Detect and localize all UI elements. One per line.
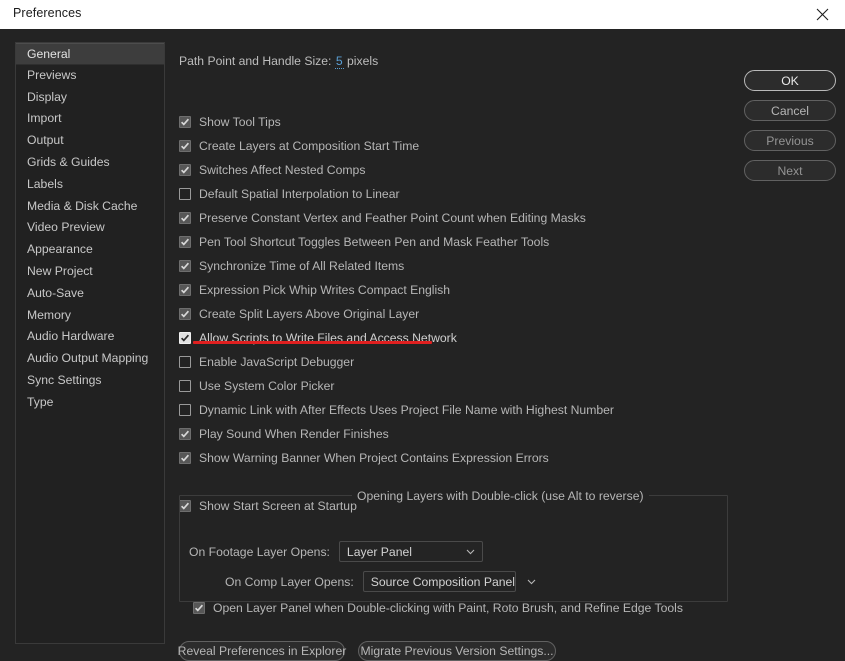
checkbox-synchronize-time-of-all-related-items[interactable]: [179, 260, 191, 272]
dialog-body: General Previews Display Import Output Grids …: [0, 29, 845, 661]
previous-button[interactable]: Previous: [744, 130, 836, 151]
checkbox-row-default-spatial-interpolation-to-linear[interactable]: Default Spatial Interpolation to Linear: [179, 186, 400, 202]
path-point-size-row: Path Point and Handle Size: 5 pixels: [179, 54, 379, 69]
checkbox-label-play-sound-when-render-finishes: Play Sound When Render Finishes: [199, 427, 389, 441]
checkbox-row-enable-javascript-debugger[interactable]: Enable JavaScript Debugger: [179, 354, 354, 370]
checkbox-play-sound-when-render-finishes[interactable]: [179, 428, 191, 440]
sidebar-item-auto-save[interactable]: Auto-Save: [16, 283, 164, 305]
red-annotation-underline: [193, 341, 432, 344]
on-comp-layer-opens-select[interactable]: Source Composition Panel: [362, 571, 536, 592]
preferences-dialog: Preferences General Previews Display Import…: [0, 0, 845, 661]
sidebar-item-import[interactable]: Import: [16, 108, 164, 130]
checkbox-expression-pick-whip-writes-compact-english[interactable]: [179, 284, 191, 296]
title-bar: Preferences: [0, 0, 845, 29]
checkbox-label-show-tool-tips: Show Tool Tips: [199, 115, 281, 129]
checkbox-label-create-split-layers-above-original-layer: Create Split Layers Above Original Layer: [199, 307, 420, 321]
sidebar-item-video-preview[interactable]: Video Preview: [16, 217, 164, 239]
category-sidebar[interactable]: General Previews Display Import Output Grids …: [15, 42, 165, 644]
general-settings-pane: Path Point and Handle Size: 5 pixels Sho…: [176, 29, 736, 661]
sidebar-item-media-disk-cache[interactable]: Media & Disk Cache: [16, 196, 164, 218]
sidebar-item-display[interactable]: Display: [16, 87, 164, 109]
next-button[interactable]: Next: [744, 160, 836, 181]
reveal-preferences-button[interactable]: Reveal Preferences in Explorer: [178, 641, 346, 661]
checkbox-row-expression-pick-whip-writes-compact-english[interactable]: Expression Pick Whip Writes Compact Engl…: [179, 282, 450, 298]
checkbox-row-use-system-color-picker[interactable]: Use System Color Picker: [179, 378, 334, 394]
path-point-size-units: pixels: [347, 54, 379, 68]
checkbox-label-create-layers-at-composition-start-time: Create Layers at Composition Start Time: [199, 139, 420, 153]
checkbox-label-default-spatial-interpolation-to-linear: Default Spatial Interpolation to Linear: [199, 187, 400, 201]
checkbox-row-show-tool-tips[interactable]: Show Tool Tips: [179, 114, 281, 130]
checkbox-create-layers-at-composition-start-time[interactable]: [179, 140, 191, 152]
on-comp-layer-opens-label: On Comp Layer Opens:: [225, 574, 354, 589]
path-point-size-input[interactable]: 5: [334, 54, 344, 69]
checkbox-use-system-color-picker[interactable]: [179, 380, 191, 392]
sidebar-item-general[interactable]: General: [16, 43, 164, 65]
open-layer-panel-checkbox[interactable]: [193, 602, 205, 614]
chevron-down-icon: [466, 549, 475, 554]
sidebar-item-memory[interactable]: Memory: [16, 305, 164, 327]
checkbox-create-split-layers-above-original-layer[interactable]: [179, 308, 191, 320]
checkbox-pen-tool-shortcut-toggles-between-pen-and-mask-f[interactable]: [179, 236, 191, 248]
checkbox-row-synchronize-time-of-all-related-items[interactable]: Synchronize Time of All Related Items: [179, 258, 404, 274]
migrate-settings-button[interactable]: Migrate Previous Version Settings...: [358, 641, 556, 661]
on-footage-layer-opens-label: On Footage Layer Opens:: [189, 544, 330, 559]
checkbox-label-show-warning-banner-when-project-contains-expres: Show Warning Banner When Project Contain…: [199, 451, 549, 465]
ok-button[interactable]: OK: [744, 70, 836, 91]
checkbox-preserve-constant-vertex-and-feather-point-count[interactable]: [179, 212, 191, 224]
sidebar-item-grids-guides[interactable]: Grids & Guides: [16, 152, 164, 174]
checkbox-show-warning-banner-when-project-contains-expres[interactable]: [179, 452, 191, 464]
checkbox-row-create-split-layers-above-original-layer[interactable]: Create Split Layers Above Original Layer: [179, 306, 419, 322]
sidebar-item-labels[interactable]: Labels: [16, 174, 164, 196]
checkbox-switches-affect-nested-comps[interactable]: [179, 164, 191, 176]
checkbox-row-create-layers-at-composition-start-time[interactable]: Create Layers at Composition Start Time: [179, 138, 419, 154]
open-layer-panel-checkbox-row[interactable]: Open Layer Panel when Double-clicking wi…: [193, 600, 683, 616]
checkbox-label-expression-pick-whip-writes-compact-english: Expression Pick Whip Writes Compact Engl…: [199, 283, 451, 297]
checkbox-label-pen-tool-shortcut-toggles-between-pen-and-mask-f: Pen Tool Shortcut Toggles Between Pen an…: [199, 235, 550, 249]
sidebar-item-sync-settings[interactable]: Sync Settings: [16, 370, 164, 392]
checkbox-row-pen-tool-shortcut-toggles-between-pen-and-mask-f[interactable]: Pen Tool Shortcut Toggles Between Pen an…: [179, 234, 549, 250]
on-footage-layer-opens-value: Layer Panel: [346, 544, 412, 559]
chevron-down-icon: [527, 579, 536, 584]
on-comp-layer-opens-row: On Comp Layer Opens: Source Composition …: [225, 571, 536, 592]
checkbox-dynamic-link-with-after-effects-uses-project-fil[interactable]: [179, 404, 191, 416]
checkbox-show-tool-tips[interactable]: [179, 116, 191, 128]
checkbox-row-switches-affect-nested-comps[interactable]: Switches Affect Nested Comps: [179, 162, 365, 178]
checkbox-label-enable-javascript-debugger: Enable JavaScript Debugger: [199, 355, 355, 369]
checkbox-label-use-system-color-picker: Use System Color Picker: [199, 379, 335, 393]
on-comp-layer-opens-value: Source Composition Panel: [370, 574, 516, 589]
checkbox-label-switches-affect-nested-comps: Switches Affect Nested Comps: [199, 163, 366, 177]
opening-layers-group-legend: Opening Layers with Double-click (use Al…: [352, 489, 649, 503]
on-footage-layer-opens-row: On Footage Layer Opens: Layer Panel: [189, 541, 483, 562]
sidebar-item-output[interactable]: Output: [16, 130, 164, 152]
close-icon[interactable]: [800, 0, 845, 29]
checkbox-label-synchronize-time-of-all-related-items: Synchronize Time of All Related Items: [199, 259, 405, 273]
checkbox-row-dynamic-link-with-after-effects-uses-project-fil[interactable]: Dynamic Link with After Effects Uses Pro…: [179, 402, 614, 418]
sidebar-item-previews[interactable]: Previews: [16, 65, 164, 87]
checkbox-enable-javascript-debugger[interactable]: [179, 356, 191, 368]
sidebar-item-new-project[interactable]: New Project: [16, 261, 164, 283]
checkbox-row-play-sound-when-render-finishes[interactable]: Play Sound When Render Finishes: [179, 426, 389, 442]
checkbox-default-spatial-interpolation-to-linear[interactable]: [179, 188, 191, 200]
window-title: Preferences: [13, 6, 82, 20]
checkbox-allow-scripts-to-write-files-and-access-network[interactable]: [179, 332, 191, 344]
open-layer-panel-label: Open Layer Panel when Double-clicking wi…: [213, 601, 683, 615]
checkbox-label-dynamic-link-with-after-effects-uses-project-fil: Dynamic Link with After Effects Uses Pro…: [199, 403, 614, 417]
checkbox-label-preserve-constant-vertex-and-feather-point-count: Preserve Constant Vertex and Feather Poi…: [199, 211, 586, 225]
checkbox-row-show-warning-banner-when-project-contains-expres[interactable]: Show Warning Banner When Project Contain…: [179, 450, 549, 466]
cancel-button[interactable]: Cancel: [744, 100, 836, 121]
path-point-size-label: Path Point and Handle Size:: [179, 54, 332, 68]
sidebar-item-appearance[interactable]: Appearance: [16, 239, 164, 261]
checkbox-row-preserve-constant-vertex-and-feather-point-count[interactable]: Preserve Constant Vertex and Feather Poi…: [179, 210, 586, 226]
sidebar-item-audio-hardware[interactable]: Audio Hardware: [16, 326, 164, 348]
on-footage-layer-opens-select[interactable]: Layer Panel: [338, 541, 483, 562]
sidebar-item-audio-output-mapping[interactable]: Audio Output Mapping: [16, 348, 164, 370]
sidebar-item-type[interactable]: Type: [16, 392, 164, 414]
